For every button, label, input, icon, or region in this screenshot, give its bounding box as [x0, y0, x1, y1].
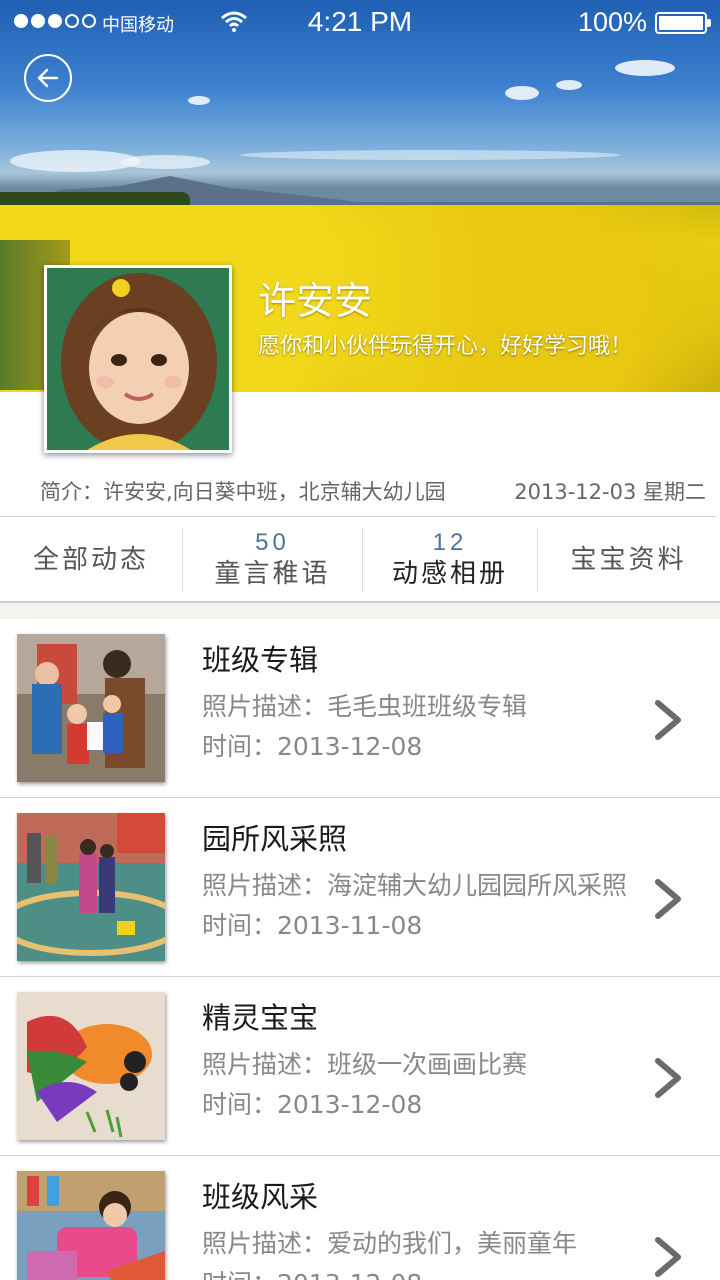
battery-percentage: 100%: [578, 7, 648, 37]
tab-count: 12: [432, 529, 468, 556]
album-thumbnail: [17, 634, 165, 782]
album-time: 时间：2013-12-08: [202, 1264, 422, 1280]
list-item[interactable]: 班级风采 照片描述：爱动的我们，美丽童年 时间：2013-12-08: [0, 1156, 720, 1280]
profile-name: 许安安: [258, 279, 373, 323]
tab-label: 全部动态: [32, 545, 149, 575]
tab-label: 童言稚语: [214, 559, 331, 589]
album-title: 园所风采照: [202, 822, 348, 856]
list-item[interactable]: 班级专辑 照片描述：毛毛虫班班级专辑 时间：2013-12-08: [0, 619, 720, 798]
list-item[interactable]: 精灵宝宝 照片描述：班级一次画画比赛 时间：2013-12-08: [0, 977, 720, 1156]
album-description: 照片描述：班级一次画画比赛: [202, 1050, 528, 1079]
tab-label: 动感相册: [391, 559, 508, 589]
album-title: 班级风采: [202, 1180, 319, 1214]
album-time: 时间：2013-12-08: [202, 732, 423, 761]
profile-intro: 简介：许安安,向日葵中班，北京辅大幼儿园: [40, 480, 446, 504]
album-description: 照片描述：海淀辅大幼儿园园所风采照: [202, 871, 628, 900]
chevron-right-icon: [655, 1237, 681, 1277]
album-thumbnail: [17, 813, 165, 961]
chevron-right-icon: [655, 1058, 681, 1098]
list-background: [0, 603, 720, 619]
album-title: 精灵宝宝: [202, 1001, 319, 1035]
status-bar: 中国移动 4:21 PM 100%: [0, 0, 720, 44]
profile-motto: 愿你和小伙伴玩得开心，好好学习哦！: [258, 334, 633, 359]
album-title: 班级专辑: [202, 643, 319, 677]
battery-icon: [655, 12, 711, 34]
list-item[interactable]: 园所风采照 照片描述：海淀辅大幼儿园园所风采照 时间：2013-11-08: [0, 798, 720, 977]
album-time: 时间：2013-12-08: [202, 1090, 423, 1119]
album-list: 班级专辑 照片描述：毛毛虫班班级专辑 时间：2013-12-08 园所风采照 照…: [0, 619, 720, 1280]
profile-tabs: 全部动态 50 童言稚语 12 动感相册 宝宝资料: [0, 517, 720, 603]
album-thumbnail: [17, 1171, 165, 1280]
tab-label: 宝宝资料: [570, 545, 687, 575]
child-avatar[interactable]: [44, 265, 232, 453]
album-time: 时间：2013-11-08: [202, 911, 423, 940]
chevron-right-icon: [655, 700, 681, 740]
tab-photo-albums[interactable]: 12 动感相册: [363, 517, 537, 603]
tab-all-updates[interactable]: 全部动态: [0, 517, 182, 603]
chevron-right-icon: [655, 879, 681, 919]
album-thumbnail: [17, 992, 165, 1140]
tab-child-profile[interactable]: 宝宝资料: [538, 517, 719, 603]
tab-count: 50: [255, 529, 290, 556]
tab-child-sayings[interactable]: 50 童言稚语: [183, 517, 362, 603]
profile-date: 2013-12-03 星期二: [514, 480, 706, 504]
back-arrow-icon: [37, 68, 59, 88]
album-description: 照片描述：毛毛虫班班级专辑: [202, 692, 528, 721]
back-button[interactable]: [24, 54, 72, 102]
album-description: 照片描述：爱动的我们，美丽童年: [202, 1229, 578, 1258]
